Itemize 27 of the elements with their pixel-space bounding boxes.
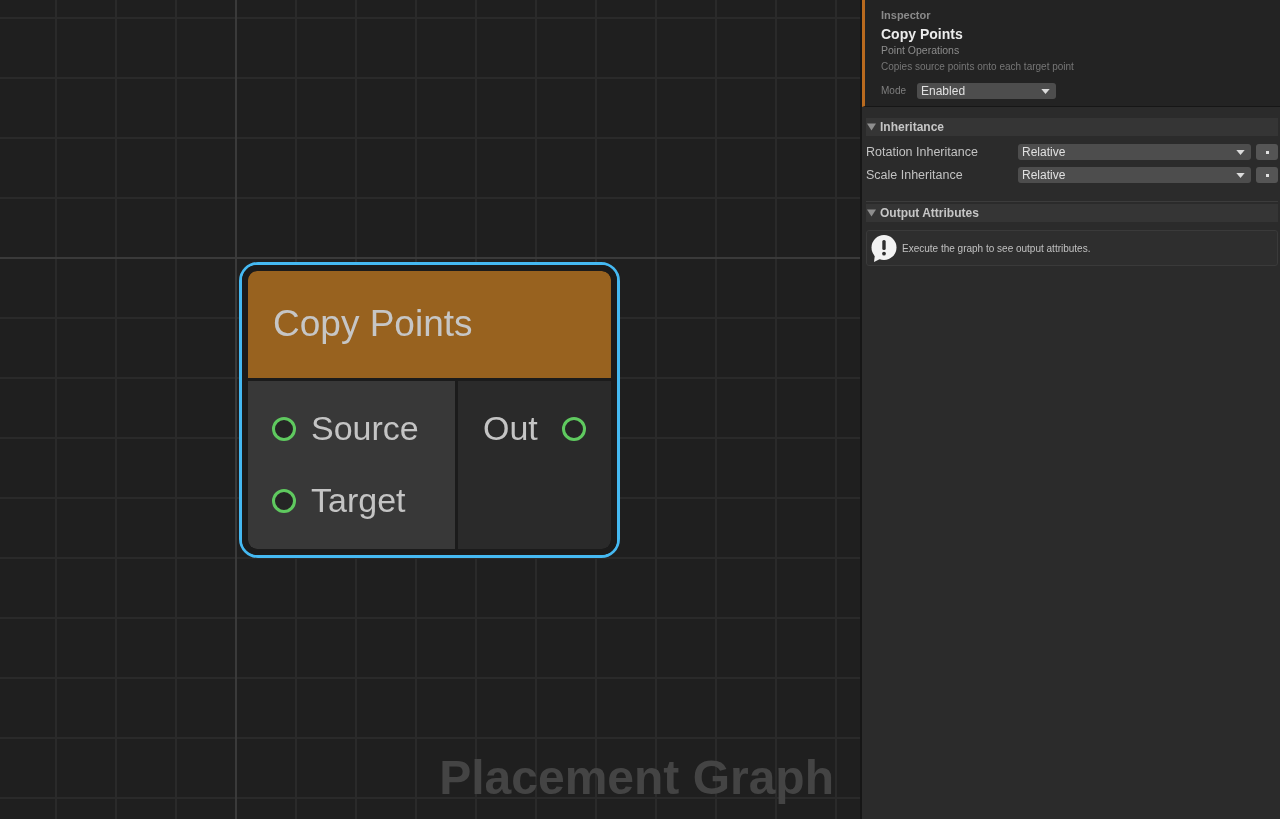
exclamation-bubble-icon xyxy=(871,234,897,262)
port-icon[interactable] xyxy=(272,417,296,441)
port-label: Source xyxy=(311,409,419,449)
field-option-button[interactable] xyxy=(1256,167,1278,183)
graph-node[interactable]: Copy Points Source Target Out xyxy=(239,262,620,558)
dropdown[interactable]: Relative xyxy=(1018,144,1251,160)
field-label: Rotation Inheritance xyxy=(866,145,979,159)
port-label: Out xyxy=(483,409,538,449)
dropdown[interactable]: Relative xyxy=(1018,167,1251,183)
field-option-button[interactable] xyxy=(1256,144,1278,160)
caret-icon xyxy=(1236,149,1245,155)
section-header[interactable]: Output Attributes xyxy=(866,204,1278,222)
dropdown[interactable]: Enabled xyxy=(917,83,1056,99)
caret-icon xyxy=(1236,172,1245,178)
node-name: Copy Points xyxy=(881,25,963,43)
field-label: Mode xyxy=(881,84,906,98)
port-icon[interactable] xyxy=(272,489,296,513)
section-header[interactable]: Inheritance xyxy=(866,118,1278,136)
help-message: Execute the graph to see output attributes. xyxy=(902,242,1091,254)
node-title: Copy Points xyxy=(273,303,473,346)
field-label: Scale Inheritance xyxy=(866,168,964,182)
node-category: Point Operations xyxy=(881,43,960,57)
panel-label: Inspector xyxy=(881,8,931,22)
port-icon[interactable] xyxy=(562,417,586,441)
caret-icon xyxy=(1041,88,1050,94)
port-label: Target xyxy=(311,481,406,521)
node-description: Copies source points onto each target point xyxy=(881,60,1074,74)
